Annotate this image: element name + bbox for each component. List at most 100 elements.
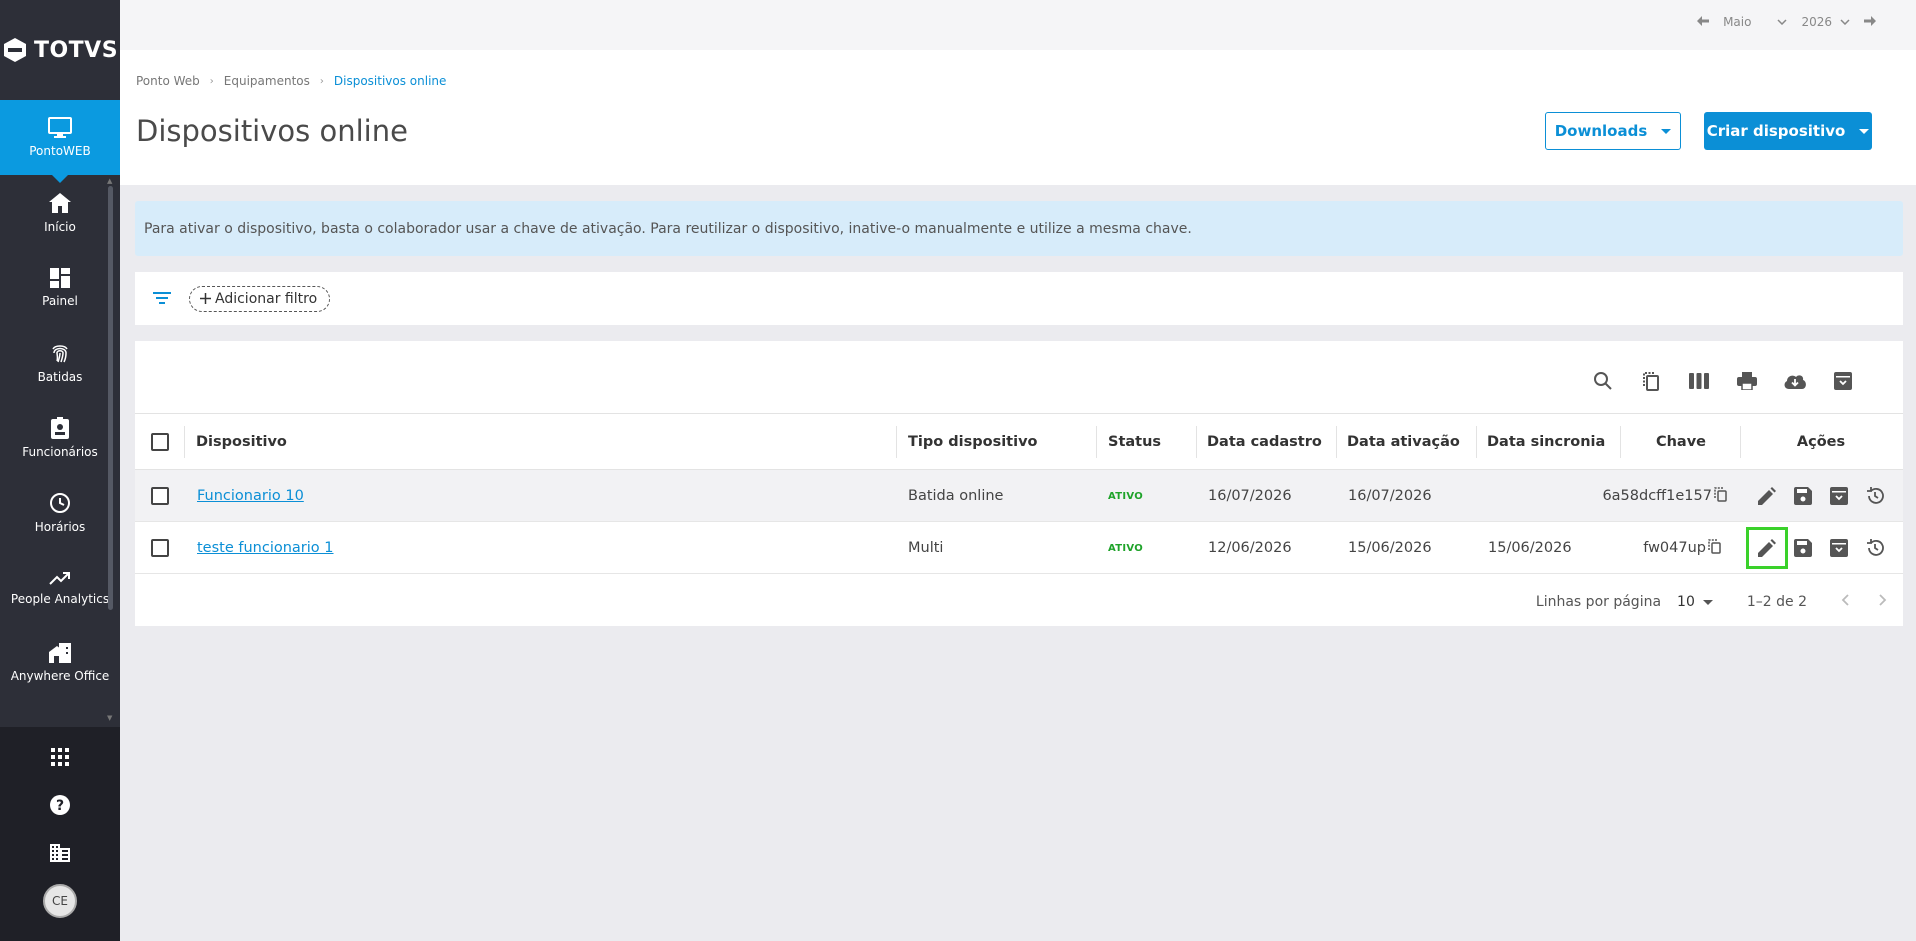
activation-key: fw047up [1643,540,1706,556]
previous-page-button[interactable] [1841,594,1849,610]
columns-button[interactable] [1687,369,1711,393]
archive-icon [1830,487,1848,505]
totvs-logo[interactable]: TOTVS [0,0,120,100]
breadcrumb-item[interactable]: Equipamentos [224,74,310,88]
filter-button[interactable] [153,289,171,308]
column-header-chave[interactable]: Chave [1621,414,1741,470]
pagination: Linhas por página 10 1–2 de 2 [135,582,1903,622]
help-icon: ? [50,795,70,815]
previous-month-button[interactable] [1697,15,1710,29]
activation-key-cell: fw047up [1621,522,1741,574]
device-name-link[interactable]: Funcionario 10 [197,488,304,504]
apps-button[interactable] [0,733,120,781]
search-button[interactable] [1591,369,1615,393]
caret-down-icon [1859,128,1870,134]
copy-key-button[interactable] [1708,538,1721,558]
scroll-down-icon[interactable]: ▼ [107,714,112,722]
sidebar-item-label: Funcionários [22,444,98,459]
column-header-tipo[interactable]: Tipo dispositivo [897,414,1097,470]
breadcrumb: Ponto Web › Equipamentos › Dispositivos … [136,74,446,88]
sidebar-item-funcionarios[interactable]: Funcionários [0,400,120,475]
column-header-dispositivo[interactable]: Dispositivo [185,414,897,470]
page-title: Dispositivos online [136,114,408,148]
archive-icon [1830,539,1848,557]
sidebar-item-label: PontoWEB [29,144,91,158]
breadcrumb-current: Dispositivos online [333,74,447,88]
column-header-acoes: Ações [1796,434,1846,450]
edit-button[interactable] [1746,527,1788,569]
brand-name: TOTVS [33,37,119,63]
rows-per-page-select[interactable]: 10 [1677,594,1713,610]
scroll-up-icon[interactable]: ▲ [107,177,112,185]
archive-row-button[interactable] [1827,484,1851,508]
next-page-button[interactable] [1879,594,1887,610]
user-menu[interactable]: CE [0,877,120,925]
avatar[interactable]: CE [43,884,77,918]
row-checkbox[interactable] [151,539,169,557]
badge-icon [51,416,69,439]
archive-button[interactable] [1831,369,1855,393]
chevron-right-icon: › [209,75,214,87]
month-select[interactable]: Maio [1723,15,1787,29]
plus-icon [200,293,211,304]
pagination-range: 1–2 de 2 [1746,594,1807,610]
column-header-data-ativacao[interactable]: Data ativação [1337,414,1477,470]
info-banner: Para ativar o dispositivo, basta o colab… [135,201,1903,256]
row-checkbox[interactable] [151,487,169,505]
sidebar-item-painel[interactable]: Painel [0,250,120,325]
sidebar-item-batidas[interactable]: Batidas [0,325,120,400]
caret-down-icon [1661,128,1672,134]
apps-grid-icon [51,748,69,766]
sidebar: TOTVS PontoWEB Início Painel Batidas Fun… [0,0,120,941]
column-header-data-sincronia[interactable]: Data sincronia [1477,414,1621,470]
sidebar-item-label: People Analytics [10,591,110,606]
save-icon [1794,487,1812,505]
save-button[interactable] [1791,484,1815,508]
devices-table-card: Dispositivo Tipo dispositivo Status Data… [135,341,1903,626]
device-type: Batida online [908,488,1004,504]
archive-row-button[interactable] [1827,536,1851,560]
history-button[interactable] [1863,536,1887,560]
table-header: Dispositivo Tipo dispositivo Status Data… [135,413,1903,470]
add-filter-button[interactable]: Adicionar filtro [189,285,331,312]
column-header-status[interactable]: Status [1097,414,1197,470]
arrow-left-icon [1697,16,1710,26]
table-row: teste funcionario 1 Multi ATIVO 12/06/20… [135,522,1903,574]
help-button[interactable]: ? [0,781,120,829]
copy-key-button[interactable] [1714,486,1727,506]
edit-pencil-icon [1758,539,1776,557]
create-device-button[interactable]: Criar dispositivo [1704,112,1872,150]
save-button[interactable] [1791,536,1815,560]
device-name-link[interactable]: teste funcionario 1 [197,540,334,556]
status-badge: ATIVO [1108,490,1144,502]
page-header: Ponto Web › Equipamentos › Dispositivos … [120,50,1916,185]
filter-list-icon [153,292,171,304]
sidebar-item-pontoweb[interactable]: PontoWEB [0,100,120,183]
sidebar-item-people-analytics[interactable]: People Analytics [0,550,120,625]
copy-icon [1708,538,1721,554]
trending-up-icon [49,571,70,585]
company-button[interactable] [0,829,120,877]
copy-icon [1714,486,1727,502]
sidebar-scrollbar[interactable] [108,186,113,610]
edit-button[interactable] [1755,484,1779,508]
sidebar-item-inicio[interactable]: Início [0,175,120,250]
row-select-cell [151,470,169,522]
sync-date: 15/06/2026 [1488,540,1572,556]
breadcrumb-item[interactable]: Ponto Web [136,74,200,88]
next-month-button[interactable] [1864,15,1876,29]
chevron-left-icon [1841,594,1849,606]
sidebar-item-label: Batidas [37,369,83,384]
downloads-button[interactable]: Downloads [1545,112,1681,150]
column-header-data-cadastro[interactable]: Data cadastro [1197,414,1337,470]
copy-button[interactable] [1639,369,1663,393]
cloud-download-button[interactable] [1783,369,1807,393]
history-button[interactable] [1863,484,1887,508]
year-select[interactable]: 2026 [1801,15,1850,29]
select-all-checkbox[interactable] [151,433,169,451]
monitor-icon [48,117,72,138]
print-button[interactable] [1735,369,1759,393]
sidebar-item-anywhere-office[interactable]: Anywhere Office [0,625,120,700]
sidebar-item-horarios[interactable]: Horários [0,475,120,550]
copy-icon [1643,372,1659,391]
